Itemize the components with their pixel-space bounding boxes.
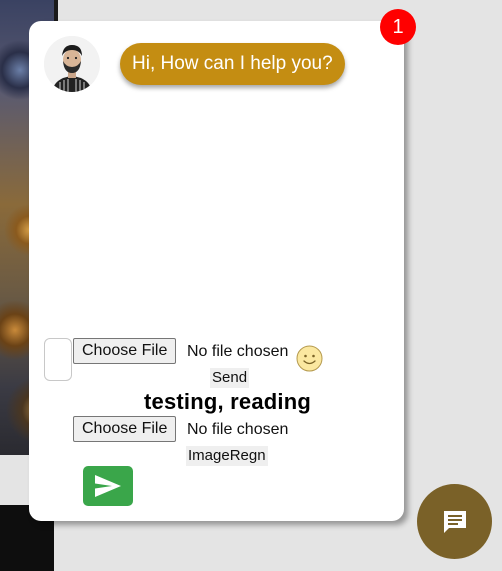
choose-file-button[interactable]: Choose File (73, 338, 177, 364)
send-text-button[interactable]: Send (210, 368, 250, 388)
smiley-face-icon[interactable] (296, 345, 323, 372)
file-status-label: No file chosen (187, 343, 289, 360)
image-file-status-label: No file chosen (187, 421, 289, 438)
message-input[interactable] (44, 338, 72, 381)
chat-bubble-icon (443, 510, 466, 533)
chat-launcher-button[interactable] (417, 484, 492, 559)
unread-badge: 1 (380, 9, 416, 45)
status-text: testing, reading (144, 389, 311, 414)
bot-greeting-message: Hi, How can I help you? (120, 43, 345, 85)
choose-image-button[interactable]: Choose File (73, 416, 177, 442)
send-arrow-icon (95, 475, 121, 497)
image-recognition-button[interactable]: ImageRegn (186, 446, 268, 466)
bot-avatar (44, 36, 100, 92)
send-button[interactable] (83, 466, 133, 506)
